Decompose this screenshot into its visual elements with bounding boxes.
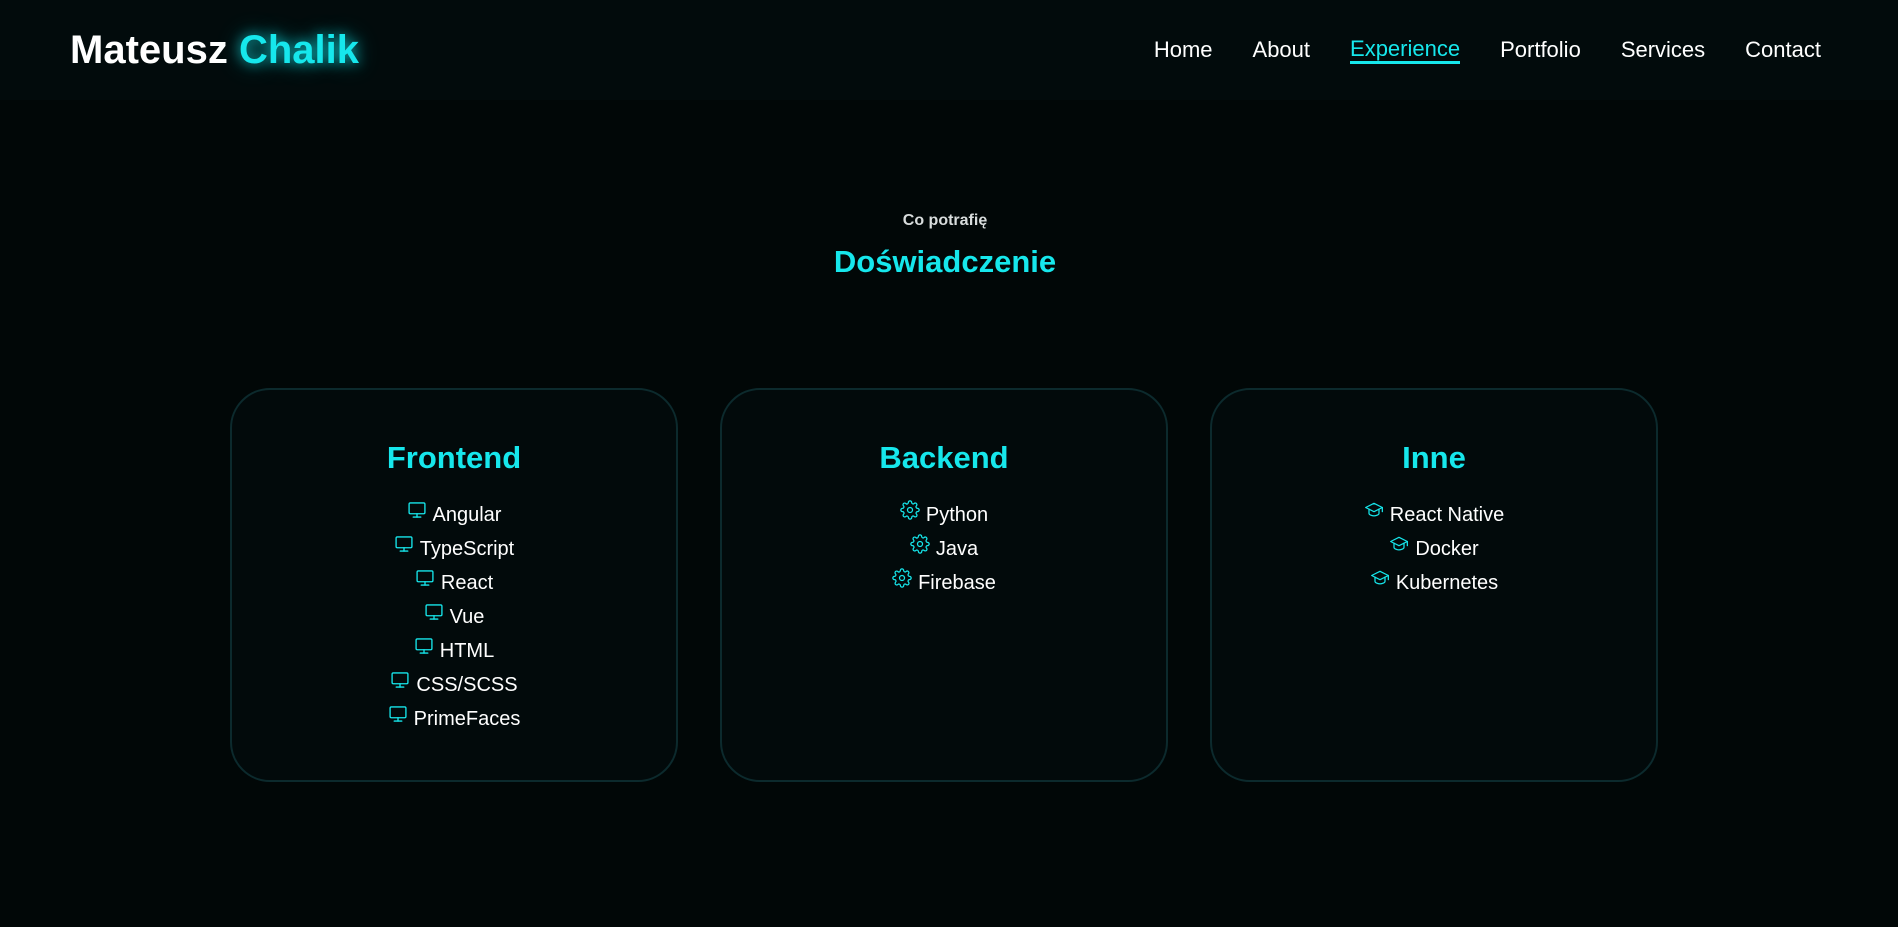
skill-cards: Frontend Angular TypeScript React Vue HTML CS… — [230, 388, 1658, 782]
logo[interactable]: Mateusz Chalik — [70, 26, 359, 74]
skill-label: React — [440, 572, 494, 594]
skill-list: Angular TypeScript React Vue HTML CSS/SCSS Pri… — [232, 498, 676, 736]
skill-label: Vue — [449, 606, 485, 628]
skill-list: React Native Docker Kubernetes — [1212, 498, 1656, 600]
skill-item: Vue — [232, 600, 676, 634]
skill-list: Python Java Firebase — [722, 498, 1166, 600]
monitor-icon — [407, 500, 427, 520]
skill-label: HTML — [439, 640, 495, 662]
page: Mateusz Chalik Home About Experience Por… — [0, 0, 1898, 927]
graduation-cap-icon — [1370, 568, 1390, 588]
skill-item: Docker — [1212, 532, 1656, 566]
logo-last-name: Chalik — [238, 28, 359, 72]
section-subtitle: Co potrafię — [902, 212, 988, 229]
skill-item: Angular — [232, 498, 676, 532]
skill-label: Docker — [1415, 538, 1479, 560]
monitor-icon — [394, 534, 414, 554]
nav-about[interactable]: About — [1253, 36, 1311, 64]
section-title: Doświadczenie — [833, 244, 1057, 279]
card-title: Backend — [879, 440, 1009, 475]
card-title: Frontend — [386, 440, 522, 475]
skill-item: CSS/SCSS — [232, 668, 676, 702]
card-frontend: Frontend Angular TypeScript React Vue HTML CS… — [230, 388, 678, 782]
site-header: Mateusz Chalik Home About Experience Por… — [0, 0, 1898, 100]
graduation-cap-icon — [1364, 500, 1384, 520]
nav-experience[interactable]: Experience — [1350, 36, 1461, 64]
gear-icon — [910, 534, 930, 554]
nav-home[interactable]: Home — [1154, 36, 1213, 64]
skill-label: CSS/SCSS — [416, 674, 518, 696]
skill-item: PrimeFaces — [232, 702, 676, 736]
monitor-icon — [414, 636, 434, 656]
logo-first-name: Mateusz — [70, 28, 228, 72]
card-other: Inne React Native Docker Kubernetes — [1210, 388, 1658, 782]
skill-label: Python — [925, 504, 989, 526]
graduation-cap-icon — [1389, 534, 1409, 554]
gear-icon — [900, 500, 920, 520]
skill-item: HTML — [232, 634, 676, 668]
skill-label: Kubernetes — [1395, 572, 1499, 594]
skill-label: Java — [935, 538, 979, 560]
skill-item: TypeScript — [232, 532, 676, 566]
gear-icon — [892, 568, 912, 588]
skill-label: Angular — [432, 504, 502, 526]
nav-services[interactable]: Services — [1621, 36, 1705, 64]
skill-item: Python — [722, 498, 1166, 532]
monitor-icon — [424, 602, 444, 622]
skill-label: TypeScript — [419, 538, 515, 560]
skill-item: Firebase — [722, 566, 1166, 600]
nav-contact[interactable]: Contact — [1745, 36, 1821, 64]
card-title: Inne — [1402, 440, 1466, 475]
skill-item: React Native — [1212, 498, 1656, 532]
skill-item: React — [232, 566, 676, 600]
monitor-icon — [390, 670, 410, 690]
skill-item: Kubernetes — [1212, 566, 1656, 600]
nav-portfolio[interactable]: Portfolio — [1500, 36, 1581, 64]
skill-label: PrimeFaces — [413, 708, 521, 730]
main-nav: Home About Experience Portfolio Services… — [1154, 36, 1821, 64]
skill-label: React Native — [1389, 504, 1505, 526]
skill-label: Firebase — [918, 572, 996, 594]
card-backend: Backend Python Java Firebase — [720, 388, 1168, 782]
monitor-icon — [415, 568, 435, 588]
skill-item: Java — [722, 532, 1166, 566]
monitor-icon — [388, 704, 408, 724]
